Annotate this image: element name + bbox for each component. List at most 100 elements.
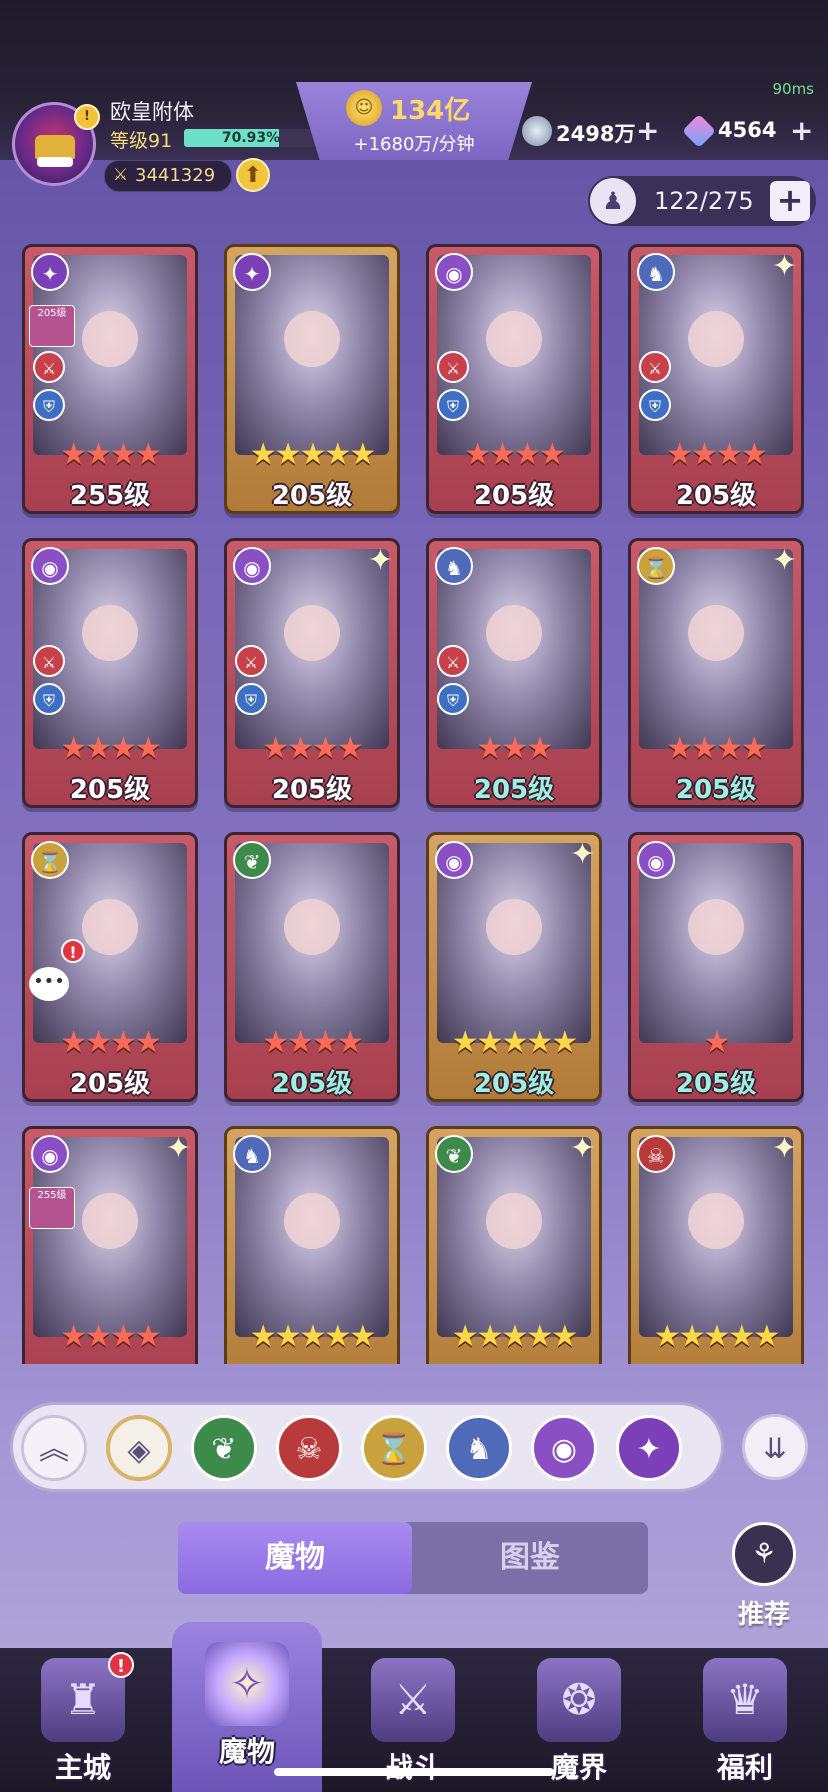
defense-role-icon: ⛨: [639, 389, 671, 421]
star-rating: ★★★★: [60, 437, 162, 472]
attack-role-icon: ⚔: [437, 645, 469, 677]
star-rating: ★★★★★: [451, 1025, 578, 1060]
nav-welfare[interactable]: ♛ 福利: [670, 1648, 820, 1792]
monster-level: 205级: [675, 481, 757, 511]
tab-codex[interactable]: 图鉴: [412, 1522, 648, 1594]
monster-card[interactable]: ⌛ ✦ ★★★★ 205级: [628, 538, 804, 808]
star-rating: ★★★★: [60, 731, 162, 766]
leaf-element-icon: ❦: [233, 841, 271, 879]
monster-card[interactable]: ◉ ⚔ ⛨ ★★★★ 205级: [22, 538, 198, 808]
demon-realm-icon: ❂: [537, 1658, 621, 1742]
monster-card[interactable]: ❦ ★★★★ 205级: [224, 832, 400, 1102]
monster-card[interactable]: ◉ ✦ ★★★★★ 205级: [426, 832, 602, 1102]
filter-collapse-icon[interactable]: ︽: [21, 1415, 87, 1481]
nav-label: 主城: [54, 1751, 111, 1784]
demon-element-icon: ☠: [637, 1135, 675, 1173]
hourglass-element-icon: ⌛: [637, 547, 675, 585]
monster-face: [82, 311, 138, 367]
monster-level: 205级: [675, 1069, 757, 1099]
sparkle-icon: ✦: [771, 543, 797, 578]
capacity-add-button[interactable]: +: [770, 181, 810, 221]
monsters-icon: ✧: [205, 1642, 289, 1726]
gem-add-button[interactable]: +: [790, 114, 813, 147]
monster-level: 205级: [473, 775, 555, 805]
sparkle-icon: ✦: [367, 543, 393, 578]
monster-card[interactable]: ✦ ⚔ ⛨ 205级 ★★★★ 255级: [22, 244, 198, 514]
monster-face: [486, 1193, 542, 1249]
monster-face: [688, 1193, 744, 1249]
recommend-button[interactable]: ⚘ 推荐: [722, 1522, 806, 1632]
attack-role-icon: ⚔: [33, 351, 65, 383]
star-rating: ★★★★★: [653, 1319, 780, 1354]
view-tabs: 魔物 图鉴: [178, 1522, 648, 1594]
gem-icon: [682, 114, 716, 148]
star-rating: ★★★★★: [249, 1319, 376, 1354]
element-filter-bar: ︽ ◈ ❦ ☠ ⌛ ♞ ◉ ✦: [10, 1402, 724, 1492]
capacity-value: 122/275: [654, 187, 754, 215]
star-rating: ★★★★: [666, 437, 768, 472]
filter-demon-icon[interactable]: ☠: [276, 1415, 342, 1481]
recommend-icon: ⚘: [732, 1522, 796, 1586]
nav-label: 战斗: [338, 1746, 488, 1786]
sort-button[interactable]: ⇊: [742, 1414, 808, 1480]
monster-card[interactable]: ◉ 255级 ✦ ★★★★: [22, 1126, 198, 1364]
silver-amount: 2498万: [556, 122, 636, 146]
exp-percent: 70.93%: [221, 130, 281, 146]
monster-card[interactable]: ⌛! ••• ★★★★ 205级: [22, 832, 198, 1102]
monster-card[interactable]: ♞ ⚔ ⛨ ✦ ★★★★ 205级: [628, 244, 804, 514]
gold-panel[interactable]: ☺ 134亿 +1680万/分钟: [296, 82, 532, 160]
nav-main-city[interactable]: ♜ 主城!: [8, 1648, 158, 1792]
eye-element-icon: ◉: [435, 841, 473, 879]
power-up-arrow-button[interactable]: ⬆: [236, 158, 270, 192]
filter-dragon-icon[interactable]: ♞: [446, 1415, 512, 1481]
filter-swirl-icon[interactable]: ✦: [616, 1415, 682, 1481]
monster-card[interactable]: ❦ ✦ ★★★★★: [426, 1126, 602, 1364]
star-rating: ★★★★★: [451, 1319, 578, 1354]
star-rating: ★★★★: [262, 731, 364, 766]
star-rating: ★★★★: [60, 1319, 162, 1354]
ping-indicator: 90ms: [772, 80, 814, 98]
filter-eye-icon[interactable]: ◉: [531, 1415, 597, 1481]
linked-monster-badge: 205级: [29, 305, 75, 347]
avatar-crown: [35, 135, 75, 159]
dragon-element-icon: ♞: [435, 547, 473, 585]
monster-face: [486, 899, 542, 955]
silver-add-button[interactable]: +: [636, 114, 659, 147]
nav-monsters[interactable]: ✧ 魔物: [172, 1622, 322, 1792]
star-rating: ★★★★: [262, 1025, 364, 1060]
monster-card[interactable]: ♞ ⚔ ⛨ ★★★ 205级: [426, 538, 602, 808]
monster-level: 205级: [271, 775, 353, 805]
monster-face: [688, 311, 744, 367]
filter-leaf-icon[interactable]: ❦: [191, 1415, 257, 1481]
attack-role-icon: ⚔: [235, 645, 267, 677]
monster-level: 205级: [473, 481, 555, 511]
tab-monsters[interactable]: 魔物: [178, 1522, 412, 1594]
filter-hourglass-icon[interactable]: ⌛: [361, 1415, 427, 1481]
defense-role-icon: ⛨: [33, 389, 65, 421]
monster-card[interactable]: ♞ ★★★★★: [224, 1126, 400, 1364]
defense-role-icon: ⛨: [33, 683, 65, 715]
monster-card[interactable]: ◉ ⚔ ⛨ ✦ ★★★★ 205级: [224, 538, 400, 808]
monster-level: 205级: [69, 775, 151, 805]
nav-label: 魔物: [218, 1735, 275, 1768]
eye-element-icon: ◉: [637, 841, 675, 879]
filter-all-icon[interactable]: ◈: [106, 1415, 172, 1481]
monster-card[interactable]: ✦ ★★★★★ 205级: [224, 244, 400, 514]
monster-card[interactable]: ◉ ⚔ ⛨ ★★★★ 205级: [426, 244, 602, 514]
eye-element-icon: ◉: [31, 547, 69, 585]
defense-role-icon: ⛨: [437, 389, 469, 421]
monster-face: [82, 605, 138, 661]
monster-face: [486, 605, 542, 661]
star-rating: ★★★★: [464, 437, 566, 472]
monster-face: [82, 899, 138, 955]
monster-card[interactable]: ◉ ★ 205级: [628, 832, 804, 1102]
monster-card[interactable]: ☠ ✦ ★★★★★: [628, 1126, 804, 1364]
monster-level: 205级: [69, 1069, 151, 1099]
defense-role-icon: ⛨: [437, 683, 469, 715]
monster-level: 205级: [675, 775, 757, 805]
sparkle-icon: ✦: [569, 1131, 595, 1166]
monster-grid: ✦ ⚔ ⛨ 205级 ★★★★ 255级 ✦ ★★★★★ 205级 ◉ ⚔ ⛨ ★★★★ 205级 ♞ ⚔ ⛨ ✦…: [0, 244, 828, 1364]
star-rating: ★: [703, 1025, 731, 1060]
monster-level: 205级: [473, 1069, 555, 1099]
home-indicator: [274, 1768, 554, 1776]
